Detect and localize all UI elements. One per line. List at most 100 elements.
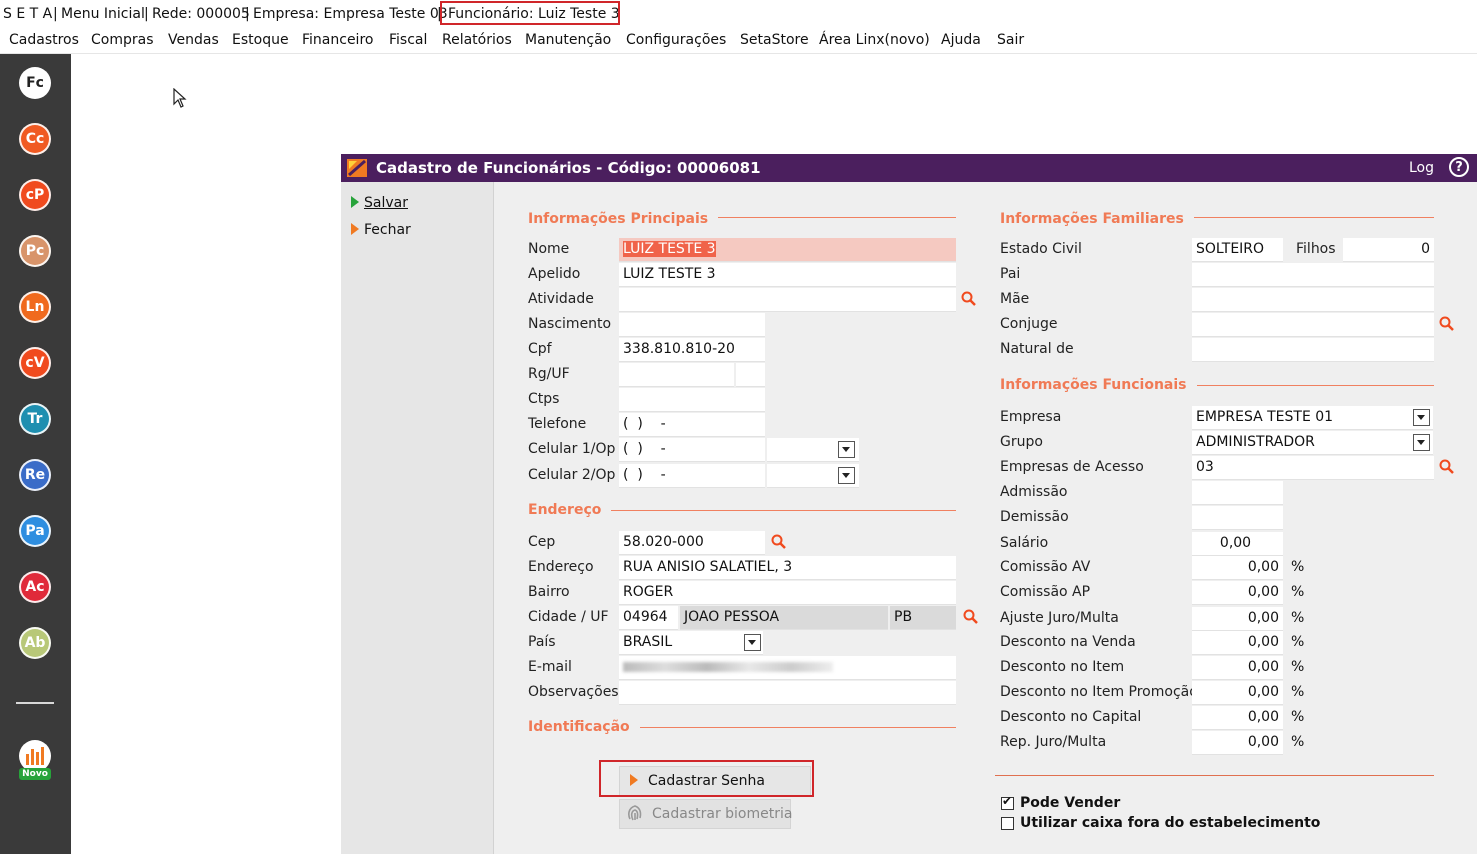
- chevron-down-icon[interactable]: [838, 441, 855, 458]
- highlight-box-cadastrar-senha: [599, 760, 814, 797]
- menu-ajuda[interactable]: Ajuda: [941, 32, 981, 48]
- menu-financeiro[interactable]: Financeiro: [302, 32, 373, 48]
- shortcut-cv-icon[interactable]: cV: [19, 347, 51, 379]
- nome-field[interactable]: LUIZ TESTE 3: [619, 238, 956, 262]
- menu-fiscal[interactable]: Fiscal: [389, 32, 427, 48]
- rg-uf-field[interactable]: [736, 363, 765, 387]
- observacoes-field[interactable]: [619, 681, 956, 705]
- salario-field[interactable]: 0,00: [1192, 532, 1283, 556]
- nascimento-field[interactable]: [619, 313, 765, 337]
- help-icon[interactable]: ?: [1449, 157, 1469, 177]
- menu-configuracoes[interactable]: Configurações: [626, 32, 726, 48]
- chevron-down-icon[interactable]: [1413, 409, 1430, 426]
- desconto-capital-field[interactable]: 0,00: [1192, 706, 1283, 730]
- shortcut-cc-icon[interactable]: Cc: [19, 123, 51, 155]
- desconto-venda-field[interactable]: 0,00: [1192, 631, 1283, 655]
- menu-manutencao[interactable]: Manutenção: [525, 32, 611, 48]
- rg-label: Rg/UF: [528, 366, 570, 382]
- bairro-field[interactable]: ROGER: [619, 581, 956, 605]
- shortcut-re-icon[interactable]: Re: [19, 459, 51, 491]
- chevron-down-icon[interactable]: [1413, 434, 1430, 451]
- shortcut-ac-icon[interactable]: Ac: [19, 571, 51, 603]
- percent-sign: %: [1291, 684, 1305, 700]
- estado-civil-field[interactable]: SOLTEIRO: [1192, 238, 1283, 262]
- menu-vendas[interactable]: Vendas: [168, 32, 219, 48]
- demissao-field[interactable]: [1192, 506, 1283, 530]
- pode-vender-checkbox[interactable]: [1001, 794, 1014, 810]
- title-separator: |: [53, 6, 58, 22]
- demissao-label: Demissão: [1000, 509, 1069, 525]
- grupo-select[interactable]: ADMINISTRADOR: [1192, 431, 1433, 455]
- dialog-header: Cadastro de Funcionários - Código: 00006…: [341, 154, 1477, 182]
- shortcut-pa-icon[interactable]: Pa: [19, 515, 51, 547]
- title-app-name: S E T A: [3, 6, 53, 22]
- atividade-search-icon[interactable]: [961, 291, 977, 307]
- admissao-field[interactable]: [1192, 481, 1283, 505]
- shortcut-cp-icon[interactable]: cP: [19, 179, 51, 211]
- apelido-field[interactable]: LUIZ TESTE 3: [619, 263, 956, 287]
- shortcut-ln-icon[interactable]: Ln: [19, 291, 51, 323]
- cidade-search-icon[interactable]: [963, 609, 979, 625]
- menu-compras[interactable]: Compras: [91, 32, 154, 48]
- salvar-button[interactable]: Salvar: [351, 195, 408, 211]
- comissao-ap-field[interactable]: 0,00: [1192, 581, 1283, 605]
- pais-label: País: [528, 634, 556, 650]
- pais-select[interactable]: BRASIL: [619, 631, 763, 655]
- log-button[interactable]: Log: [1409, 154, 1434, 182]
- novo-label: Novo: [22, 769, 48, 779]
- cadastrar-biometria-button[interactable]: Cadastrar biometria: [619, 799, 792, 829]
- nascimento-label: Nascimento: [528, 316, 612, 332]
- menu-relatorios[interactable]: Relatórios: [442, 32, 512, 48]
- pai-field[interactable]: [1192, 263, 1434, 287]
- fechar-button[interactable]: Fechar: [351, 222, 411, 238]
- play-green-icon: [351, 196, 359, 208]
- desconto-item-promocao-field[interactable]: 0,00: [1192, 681, 1283, 705]
- shortcut-pc-icon[interactable]: Pc: [19, 235, 51, 267]
- celular1-field[interactable]: ( ) -: [619, 438, 765, 462]
- chevron-down-icon[interactable]: [838, 467, 855, 484]
- chevron-down-icon[interactable]: [744, 634, 761, 651]
- telefone-field[interactable]: ( ) -: [619, 413, 765, 437]
- cep-field[interactable]: 58.020-000: [619, 531, 765, 555]
- mouse-cursor-icon: [173, 87, 187, 112]
- cep-search-icon[interactable]: [771, 534, 787, 550]
- natural-de-field[interactable]: [1192, 338, 1434, 362]
- novo-chart-icon[interactable]: Novo: [16, 739, 54, 785]
- menu-sair[interactable]: Sair: [997, 32, 1024, 48]
- menu-area-linx[interactable]: Área Linx(novo): [819, 32, 930, 48]
- desconto-item-field[interactable]: 0,00: [1192, 656, 1283, 680]
- rg-field[interactable]: [619, 363, 734, 387]
- conjuge-search-icon[interactable]: [1439, 316, 1455, 332]
- atividade-field[interactable]: [619, 288, 956, 312]
- email-field[interactable]: [619, 656, 956, 680]
- empresa-select[interactable]: EMPRESA TESTE 01: [1192, 406, 1433, 430]
- filhos-field[interactable]: 0: [1343, 238, 1434, 262]
- estado-civil-label: Estado Civil: [1000, 241, 1082, 257]
- menu-cadastros[interactable]: Cadastros: [9, 32, 79, 48]
- empresas-acesso-search-icon[interactable]: [1439, 459, 1455, 475]
- dialog-actions-panel: Salvar Fechar: [341, 182, 494, 854]
- shortcut-ab-icon[interactable]: Ab: [19, 627, 51, 659]
- percent-sign: %: [1291, 610, 1305, 626]
- celular2-field[interactable]: ( ) -: [619, 464, 765, 488]
- menu-estoque[interactable]: Estoque: [232, 32, 289, 48]
- percent-sign: %: [1291, 659, 1305, 675]
- percent-sign: %: [1291, 634, 1305, 650]
- menu-setastore[interactable]: SetaStore: [740, 32, 809, 48]
- pode-vender-label: Pode Vender: [1020, 795, 1121, 811]
- admissao-label: Admissão: [1000, 484, 1068, 500]
- ctps-field[interactable]: [619, 388, 765, 412]
- shortcut-fc-icon[interactable]: Fc: [19, 67, 51, 99]
- rep-juro-multa-field[interactable]: 0,00: [1192, 731, 1283, 755]
- ajuste-juro-multa-field[interactable]: 0,00: [1192, 607, 1283, 631]
- cpf-field[interactable]: 338.810.810-20: [619, 338, 765, 362]
- comissao-av-field[interactable]: 0,00: [1192, 556, 1283, 580]
- shortcut-tr-icon[interactable]: Tr: [19, 403, 51, 435]
- caixa-fora-checkbox[interactable]: [1001, 817, 1014, 830]
- conjuge-field[interactable]: [1192, 313, 1434, 337]
- telefone-label: Telefone: [528, 416, 587, 432]
- mae-field[interactable]: [1192, 288, 1434, 312]
- cidade-codigo-field[interactable]: 04964: [619, 606, 678, 630]
- endereco-field[interactable]: RUA ANISIO SALATIEL, 3: [619, 556, 956, 580]
- empresas-acesso-field[interactable]: 03: [1192, 456, 1434, 480]
